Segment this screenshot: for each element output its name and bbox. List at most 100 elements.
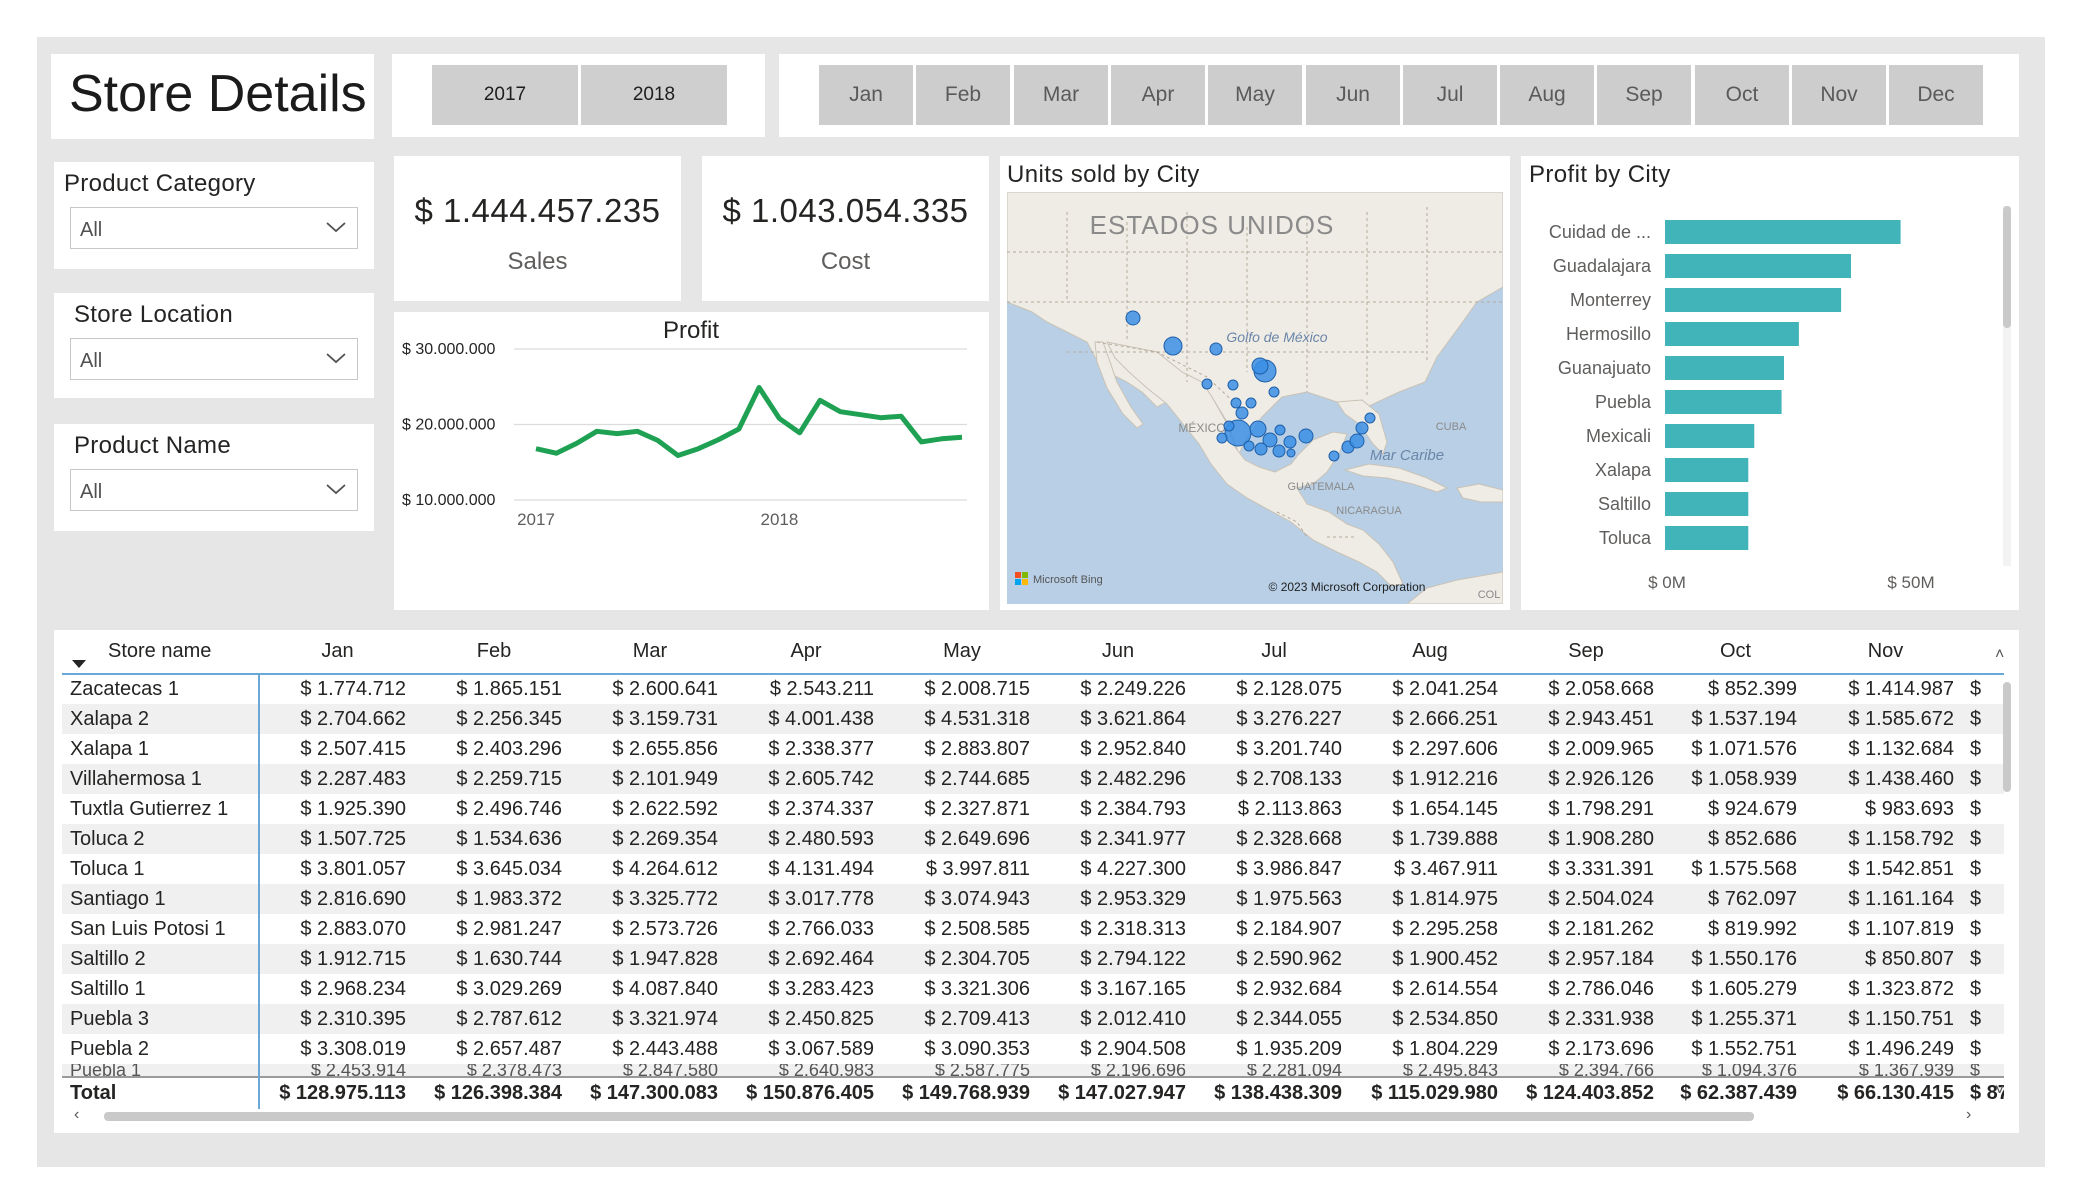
bar-chart-scroll-thumb[interactable] xyxy=(2003,206,2011,328)
profit-point[interactable] xyxy=(675,452,681,458)
city-bar[interactable] xyxy=(1665,390,1782,414)
city-bubble[interactable] xyxy=(1249,420,1267,438)
profit-point[interactable] xyxy=(776,415,782,421)
month-nov-button[interactable]: Nov xyxy=(1792,65,1886,125)
year-2017-button[interactable]: 2017 xyxy=(432,65,578,125)
vertical-scrollbar-thumb[interactable] xyxy=(2003,682,2011,792)
profit-series-line[interactable] xyxy=(535,385,963,458)
month-header-nov[interactable]: Nov xyxy=(1807,630,1964,674)
table-row[interactable]: Puebla 2 $ 3.308.019 $ 2.657.487 $ 2.443.48… xyxy=(62,1034,2004,1064)
city-bar[interactable] xyxy=(1665,526,1749,550)
city-bubble[interactable] xyxy=(1298,428,1314,444)
city-bubble[interactable] xyxy=(1230,397,1242,409)
month-header-jul[interactable]: Jul xyxy=(1196,630,1352,674)
city-bubble[interactable] xyxy=(1364,412,1376,424)
table-row[interactable]: Xalapa 2 $ 2.704.662 $ 2.256.345 $ 3.159.73… xyxy=(62,704,2004,734)
profit-point[interactable] xyxy=(756,385,762,391)
city-bubble[interactable] xyxy=(1283,435,1297,449)
city-bubble[interactable] xyxy=(1209,342,1223,356)
month-jan-button[interactable]: Jan xyxy=(819,65,913,125)
city-bubble[interactable] xyxy=(1163,336,1183,356)
month-jun-button[interactable]: Jun xyxy=(1306,65,1400,125)
table-row[interactable]: Toluca 1 $ 3.801.057 $ 3.645.034 $ 4.264.61… xyxy=(62,854,2004,884)
city-bubble[interactable] xyxy=(1227,379,1239,391)
profit-point[interactable] xyxy=(614,431,620,437)
profit-point[interactable] xyxy=(533,446,539,452)
month-header-oct[interactable]: Oct xyxy=(1664,630,1807,674)
map-canvas[interactable]: ESTADOS UNIDOS Golfo de México MÉXICO CU… xyxy=(1007,192,1503,604)
city-bubble[interactable] xyxy=(1216,432,1228,444)
month-header-sep[interactable]: Sep xyxy=(1508,630,1664,674)
city-bar[interactable] xyxy=(1665,322,1799,346)
profit-point[interactable] xyxy=(655,437,661,443)
city-bar[interactable] xyxy=(1665,220,1901,244)
city-bubble[interactable] xyxy=(1349,433,1365,449)
month-header-jun[interactable]: Jun xyxy=(1040,630,1196,674)
profit-point[interactable] xyxy=(918,439,924,445)
city-bubble[interactable] xyxy=(1286,448,1296,458)
month-dec-button[interactable]: Dec xyxy=(1889,65,1983,125)
profit-point[interactable] xyxy=(939,436,945,442)
profit-point[interactable] xyxy=(594,428,600,434)
table-row[interactable]: San Luis Potosi 1 $ 2.883.070 $ 2.981.247 $… xyxy=(62,914,2004,944)
table-row[interactable]: Santiago 1 $ 2.816.690 $ 1.983.372 $ 3.325.… xyxy=(62,884,2004,914)
table-row[interactable]: Saltillo 2 $ 1.912.715 $ 1.630.744 $ 1.947.… xyxy=(62,944,2004,974)
horizontal-scrollbar-thumb[interactable] xyxy=(104,1112,1754,1121)
month-header-mar[interactable]: Mar xyxy=(572,630,728,674)
scroll-left-icon[interactable]: ‹ xyxy=(74,1106,79,1124)
month-header-may[interactable]: May xyxy=(884,630,1040,674)
year-2018-button[interactable]: 2018 xyxy=(581,65,727,125)
profit-point[interactable] xyxy=(716,437,722,443)
month-feb-button[interactable]: Feb xyxy=(916,65,1010,125)
profit-point[interactable] xyxy=(959,434,965,440)
month-header-feb[interactable]: Feb xyxy=(416,630,572,674)
city-bubble[interactable] xyxy=(1125,310,1141,326)
profit-point[interactable] xyxy=(898,413,904,419)
city-bubble[interactable] xyxy=(1243,440,1255,452)
city-bubble[interactable] xyxy=(1328,450,1340,462)
sort-descending-icon[interactable] xyxy=(72,660,86,668)
store-location-dropdown[interactable]: All xyxy=(70,338,358,380)
profit-point[interactable] xyxy=(574,440,580,446)
table-row[interactable]: Puebla 1 $ 2.453.914 $ 2.378.473 $ 2.847.58… xyxy=(62,1064,2004,1077)
city-bar[interactable] xyxy=(1665,288,1842,312)
city-bubble[interactable] xyxy=(1274,424,1286,436)
table-row[interactable]: Zacatecas 1 $ 1.774.712 $ 1.865.151 $ 2.600… xyxy=(62,674,2004,704)
city-bubble[interactable] xyxy=(1201,378,1213,390)
month-header-apr[interactable]: Apr xyxy=(728,630,884,674)
month-apr-button[interactable]: Apr xyxy=(1111,65,1205,125)
table-row[interactable]: Toluca 2 $ 1.507.725 $ 1.534.636 $ 2.269.35… xyxy=(62,824,2004,854)
city-bar[interactable] xyxy=(1665,424,1755,448)
total-row[interactable]: Total $ 128.975.113 $ 126.398.384 $ 147.300… xyxy=(62,1076,2004,1109)
scroll-right-icon[interactable]: › xyxy=(1966,1106,1971,1124)
table-row[interactable]: Xalapa 1 $ 2.507.415 $ 2.403.296 $ 2.655.85… xyxy=(62,734,2004,764)
month-header-jan[interactable]: Jan xyxy=(259,630,416,674)
table-row[interactable]: Puebla 3 $ 2.310.395 $ 2.787.612 $ 3.321.97… xyxy=(62,1004,2004,1034)
profit-point[interactable] xyxy=(695,446,701,452)
city-bar[interactable] xyxy=(1665,356,1784,380)
product-name-dropdown[interactable]: All xyxy=(70,469,358,511)
table-row[interactable]: Saltillo 1 $ 2.968.234 $ 3.029.269 $ 4.087.… xyxy=(62,974,2004,1004)
month-jul-button[interactable]: Jul xyxy=(1403,65,1497,125)
city-bubble[interactable] xyxy=(1355,421,1369,435)
table-row[interactable]: Villahermosa 1 $ 2.287.483 $ 2.259.715 $ 2.… xyxy=(62,764,2004,794)
table-row[interactable]: Tuxtla Gutierrez 1 $ 1.925.390 $ 2.496.746… xyxy=(62,794,2004,824)
month-mar-button[interactable]: Mar xyxy=(1014,65,1108,125)
city-bubble[interactable] xyxy=(1254,442,1268,456)
profit-point[interactable] xyxy=(878,415,884,421)
month-sep-button[interactable]: Sep xyxy=(1597,65,1691,125)
month-aug-button[interactable]: Aug xyxy=(1500,65,1594,125)
city-bar[interactable] xyxy=(1665,492,1749,516)
month-oct-button[interactable]: Oct xyxy=(1695,65,1789,125)
month-header-aug[interactable]: Aug xyxy=(1352,630,1508,674)
profit-point[interactable] xyxy=(858,412,864,418)
profit-point[interactable] xyxy=(736,426,742,432)
product-category-dropdown[interactable]: All xyxy=(70,207,358,249)
scroll-down-icon[interactable]: ˅ xyxy=(1995,1082,2004,1100)
profit-point[interactable] xyxy=(817,397,823,403)
profit-point[interactable] xyxy=(797,430,803,436)
profit-point[interactable] xyxy=(553,450,559,456)
scroll-up-icon[interactable]: ˄ xyxy=(1995,646,2004,664)
city-bubble[interactable] xyxy=(1245,397,1257,409)
city-bubble[interactable] xyxy=(1268,386,1280,398)
